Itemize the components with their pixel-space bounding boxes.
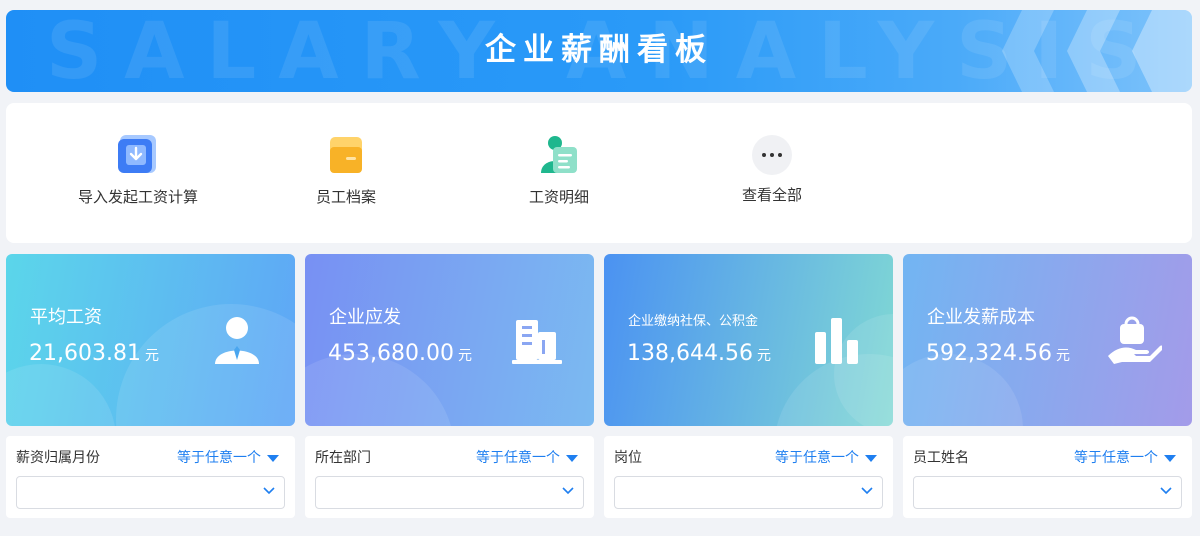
chevron-down-icon: [861, 487, 873, 495]
import-download-icon: [118, 135, 156, 173]
enterprise-payable-card: 企业应发 453,680.00 元: [305, 254, 594, 426]
action-label: 查看全部: [741, 186, 802, 204]
chevron-down-icon: [263, 487, 275, 495]
department-select[interactable]: [315, 476, 584, 509]
bar-chart-icon: [815, 318, 858, 364]
filter-department: 所在部门 等于任意一个: [305, 436, 594, 518]
employee-name-select[interactable]: [913, 476, 1182, 509]
caret-down-icon: [1164, 454, 1176, 462]
chevron-down-icon: [1160, 487, 1172, 495]
employee-icon: [215, 317, 259, 364]
page-title: 企业薪酬看板: [485, 32, 713, 68]
building-icon: [512, 320, 562, 364]
chevron-down-icon: [562, 487, 574, 495]
filter-operator-dropdown[interactable]: 等于任意一个: [476, 448, 578, 468]
import-salary-calc-button[interactable]: 导入发起工资计算: [38, 133, 238, 207]
card-value: 453,680.00 元: [328, 341, 472, 366]
view-all-button[interactable]: 查看全部: [672, 133, 872, 205]
card-title: 企业缴纳社保、公积金: [628, 314, 759, 329]
salary-detail-button[interactable]: 工资明细: [459, 133, 659, 207]
caret-down-icon: [865, 454, 877, 462]
hand-money-bag-icon: [1108, 316, 1162, 364]
header-banner: SALARY ANALYSIS 企业薪酬看板: [6, 10, 1192, 92]
filter-salary-month: 薪资归属月份 等于任意一个: [6, 436, 295, 518]
filter-operator-dropdown[interactable]: 等于任意一个: [1074, 448, 1176, 468]
filter-position: 岗位 等于任意一个: [604, 436, 893, 518]
action-label: 员工档案: [315, 188, 376, 206]
filter-operator-dropdown[interactable]: 等于任意一个: [177, 448, 279, 468]
salary-month-select[interactable]: [16, 476, 285, 509]
social-insurance-card: 企业缴纳社保、公积金 138,644.56 元: [604, 254, 893, 426]
filter-label: 岗位: [614, 450, 642, 466]
card-title: 企业发薪成本: [927, 307, 1035, 328]
caret-down-icon: [267, 454, 279, 462]
action-label: 导入发起工资计算: [77, 188, 198, 206]
quick-actions-panel: 导入发起工资计算 员工档案 工资明细 查看全部: [6, 103, 1192, 243]
folder-icon: [330, 137, 362, 173]
avg-salary-card: 平均工资 21,603.81 元: [6, 254, 295, 426]
filter-label: 员工姓名: [913, 450, 969, 466]
filter-employee-name: 员工姓名 等于任意一个: [903, 436, 1192, 518]
filter-label: 所在部门: [315, 450, 371, 466]
card-title: 企业应发: [329, 307, 401, 328]
filter-operator-dropdown[interactable]: 等于任意一个: [775, 448, 877, 468]
payroll-cost-card: 企业发薪成本 592,324.56 元: [903, 254, 1192, 426]
card-value: 21,603.81 元: [29, 341, 159, 366]
card-value: 138,644.56 元: [627, 341, 771, 366]
payroll-detail-icon: [541, 136, 577, 173]
position-select[interactable]: [614, 476, 883, 509]
card-value: 592,324.56 元: [926, 341, 1070, 366]
action-label: 工资明细: [528, 188, 589, 206]
filter-label: 薪资归属月份: [16, 450, 100, 466]
card-title: 平均工资: [30, 307, 102, 328]
employee-archive-button[interactable]: 员工档案: [246, 133, 446, 207]
caret-down-icon: [566, 454, 578, 462]
more-dots-icon: [752, 135, 792, 175]
